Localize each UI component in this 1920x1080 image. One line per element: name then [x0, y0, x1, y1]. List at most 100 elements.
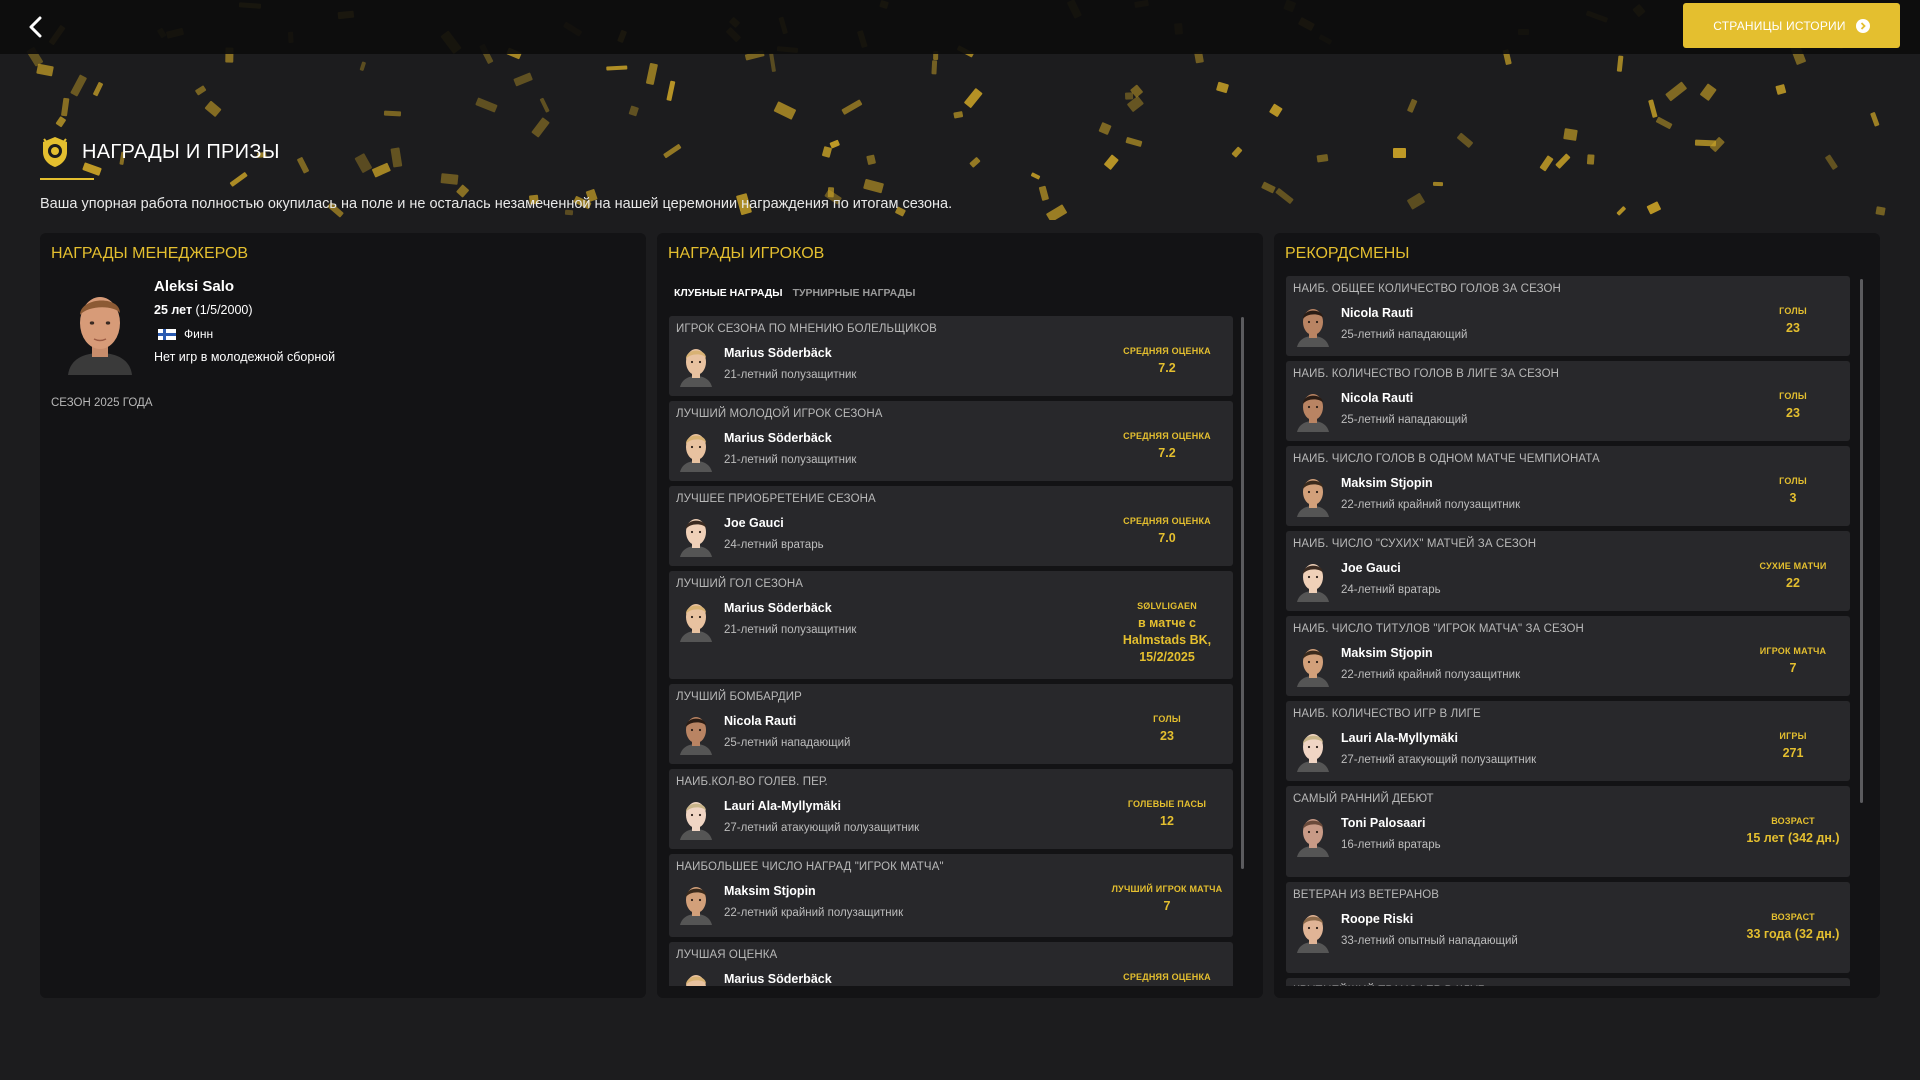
- award-card[interactable]: НАИБ. ЧИСЛО ГОЛОВ В ОДНОМ МАТЧЕ ЧЕМПИОНА…: [1286, 446, 1850, 526]
- player-name[interactable]: Lauri Ala-Myllymäki: [1341, 731, 1458, 745]
- player-name[interactable]: Nicola Rauti: [724, 714, 796, 728]
- confetti-piece: [1129, 84, 1143, 99]
- award-card[interactable]: ИГРОК СЕЗОНА ПО МНЕНИЮ БОЛЕЛЬЩИКОВ Marius…: [669, 316, 1233, 396]
- award-card[interactable]: НАИБ.КОЛ-ВО ГОЛЕВ. ПЕР. Lauri Ala-Myllymä…: [669, 769, 1233, 849]
- award-stat: ГОЛЫ 3: [1733, 476, 1850, 507]
- stat-label: ВОЗРАСТ: [1771, 912, 1815, 922]
- stat-label: ГОЛЕВЫЕ ПАСЫ: [1127, 799, 1207, 809]
- player-name[interactable]: Toni Palosaari: [1341, 816, 1426, 830]
- confetti-piece: [628, 105, 640, 117]
- confetti-piece: [1699, 83, 1717, 102]
- nationality-label: Финн: [184, 327, 214, 341]
- award-card[interactable]: НАИБ. ОБЩЕЕ КОЛИЧЕСТВО ГОЛОВ ЗА СЕЗОН Nic…: [1286, 276, 1850, 356]
- stat-label: СРЕДНЯЯ ОЦЕНКА: [1123, 431, 1211, 441]
- award-card[interactable]: ЛУЧШЕЕ ПРИОБРЕТЕНИЕ СЕЗОНА Joe Gauci 24-ле…: [669, 486, 1233, 566]
- stat-label: ИГРОК МАТЧА: [1759, 646, 1827, 656]
- award-stat: СУХИЕ МАТЧИ 22: [1733, 561, 1850, 592]
- player-name[interactable]: Nicola Rauti: [1341, 306, 1413, 320]
- player-name[interactable]: Roope Riski: [1341, 912, 1413, 926]
- top-bar: СТРАНИЦЫ ИСТОРИИ: [0, 0, 1920, 54]
- player-avatar: [677, 711, 715, 755]
- award-stat: СРЕДНЯЯ ОЦЕНКА: [1107, 972, 1227, 982]
- stat-value: 23: [1160, 729, 1174, 743]
- player-name[interactable]: Nicola Rauti: [1341, 391, 1413, 405]
- award-card[interactable]: САМЫЙ РАННИЙ ДЕБЮТ Toni Palosaari 16-летни…: [1286, 786, 1850, 877]
- player-name[interactable]: Lauri Ala-Myllymäki: [724, 799, 841, 813]
- player-awards-list[interactable]: ИГРОК СЕЗОНА ПО МНЕНИЮ БОЛЕЛЬЩИКОВ Marius…: [669, 316, 1233, 986]
- award-stat: ВОЗРАСТ 33 года (32 дн.): [1733, 912, 1850, 943]
- records-list[interactable]: НАИБ. ОБЩЕЕ КОЛИЧЕСТВО ГОЛОВ ЗА СЕЗОН Nic…: [1286, 276, 1850, 986]
- story-pages-button[interactable]: СТРАНИЦЫ ИСТОРИИ: [1683, 3, 1900, 48]
- award-stat: ИГРЫ 271: [1733, 731, 1850, 762]
- player-name[interactable]: Marius Söderbäck: [724, 601, 832, 615]
- confetti-piece: [769, 52, 777, 72]
- manager-age: 25 лет: [154, 303, 193, 317]
- award-card[interactable]: НАИБ. КОЛИЧЕСТВО ГОЛОВ В ЛИГЕ ЗА СЕЗОН Ni…: [1286, 361, 1850, 441]
- player-name[interactable]: Maksim Stjopin: [724, 884, 816, 898]
- player-name[interactable]: Joe Gauci: [724, 516, 784, 530]
- player-name[interactable]: Marius Söderbäck: [724, 431, 832, 445]
- confetti-piece: [371, 162, 391, 178]
- stat-value: 23: [1786, 406, 1800, 420]
- confetti-piece: [1616, 55, 1624, 73]
- player-name[interactable]: Joe Gauci: [1341, 561, 1401, 575]
- confetti-piece: [60, 98, 69, 117]
- stat-label: ВОЗРАСТ: [1771, 816, 1815, 826]
- confetti-piece: [1124, 92, 1133, 100]
- confetti-piece: [1103, 154, 1119, 170]
- award-stat: СРЕДНЯЯ ОЦЕНКА 7.0: [1107, 516, 1227, 547]
- confetti-piece: [1125, 136, 1143, 147]
- manager-nationality: Финн: [154, 327, 213, 341]
- award-stat: СРЕДНЯЯ ОЦЕНКА 7.2: [1107, 346, 1227, 377]
- confetti-piece: [530, 117, 550, 138]
- player-avatar: [1294, 558, 1332, 602]
- confetti-piece: [204, 100, 222, 118]
- award-card[interactable]: ЛУЧШИЙ МОЛОДОЙ ИГРОК СЕЗОНА Marius Söderb…: [669, 401, 1233, 481]
- confetti-piece: [1825, 154, 1839, 170]
- player-name[interactable]: Marius Söderbäck: [724, 346, 832, 360]
- player-description: 33-летний опытный нападающий: [1341, 935, 1518, 947]
- confetti-piece: [194, 84, 207, 96]
- player-name[interactable]: Maksim Stjopin: [1341, 476, 1433, 490]
- stat-label: СРЕДНЯЯ ОЦЕНКА: [1123, 346, 1211, 356]
- confetti-piece: [862, 179, 884, 195]
- stat-value: 23: [1786, 321, 1800, 335]
- award-card[interactable]: НАИБ. ЧИСЛО "СУХИХ" МАТЧЕЙ ЗА СЕЗОН Joe G…: [1286, 531, 1850, 611]
- player-awards-panel: НАГРАДЫ ИГРОКОВ КЛУБНЫЕ НАГРАДЫ ТУРНИРНЫ…: [657, 233, 1263, 998]
- tab-club-awards[interactable]: КЛУБНЫЕ НАГРАДЫ: [674, 287, 783, 303]
- confetti-piece: [36, 63, 54, 77]
- award-card[interactable]: КРУПНЕЙШИЙ ТРАНСФЕР В КЛУБ: [1286, 978, 1850, 986]
- award-card[interactable]: НАИБ. ЧИСЛО ТИТУЛОВ "ИГРОК МАТЧА" ЗА СЕЗ…: [1286, 616, 1850, 696]
- confetti-piece: [229, 172, 249, 188]
- confetti-piece: [1695, 139, 1717, 147]
- tab-tournament-awards[interactable]: ТУРНИРНЫЕ НАГРАДЫ: [793, 287, 916, 303]
- confetti-piece: [384, 110, 402, 117]
- award-title: САМЫЙ РАННИЙ ДЕБЮТ: [1293, 793, 1434, 805]
- player-avatar: [1294, 473, 1332, 517]
- award-title: НАИБ.КОЛ-ВО ГОЛЕВ. ПЕР.: [676, 776, 828, 788]
- award-title: ЛУЧШАЯ ОЦЕНКА: [676, 949, 778, 961]
- stat-value: 33 года (32 дн.): [1746, 927, 1840, 941]
- records-title: РЕКОРДСМЕНЫ: [1285, 245, 1410, 262]
- confetti-piece: [841, 99, 863, 116]
- award-card[interactable]: ЛУЧШАЯ ОЦЕНКА Marius Söderbäck СРЕДНЯЯ ОЦЕ…: [669, 942, 1233, 986]
- records-list-scrollbar[interactable]: [1860, 279, 1863, 803]
- award-card[interactable]: ВЕТЕРАН ИЗ ВЕТЕРАНОВ Roope Riski 33-летний…: [1286, 882, 1850, 973]
- award-card[interactable]: ЛУЧШИЙ БОМБАРДИР Nicola Rauti 25-летний на…: [669, 684, 1233, 764]
- confetti-piece: [953, 111, 963, 119]
- award-card[interactable]: НАИБ. КОЛИЧЕСТВО ИГР В ЛИГЕ Lauri Ala-Myl…: [1286, 701, 1850, 781]
- confetti-piece: [1655, 116, 1673, 130]
- player-list-scrollbar[interactable]: [1241, 317, 1244, 869]
- page-header: НАГРАДЫ И ПРИЗЫ: [40, 136, 280, 168]
- confetti-piece: [1407, 192, 1426, 210]
- player-name[interactable]: Marius Söderbäck: [724, 972, 832, 986]
- confetti-piece: [822, 146, 833, 158]
- award-card[interactable]: НАИБОЛЬШЕЕ ЧИСЛО НАГРАД "ИГРОК МАТЧА" Mak…: [669, 854, 1233, 937]
- back-button[interactable]: [18, 10, 52, 44]
- confetti-piece: [55, 116, 67, 129]
- manager-youth-caps: Нет игр в молодежной сборной: [154, 350, 336, 364]
- player-name[interactable]: Maksim Stjopin: [1341, 646, 1433, 660]
- confetti-piece: [964, 87, 984, 109]
- award-card[interactable]: ЛУЧШИЙ ГОЛ СЕЗОНА Marius Söderbäck 21-летн…: [669, 571, 1233, 679]
- confetti-piece: [1231, 146, 1243, 158]
